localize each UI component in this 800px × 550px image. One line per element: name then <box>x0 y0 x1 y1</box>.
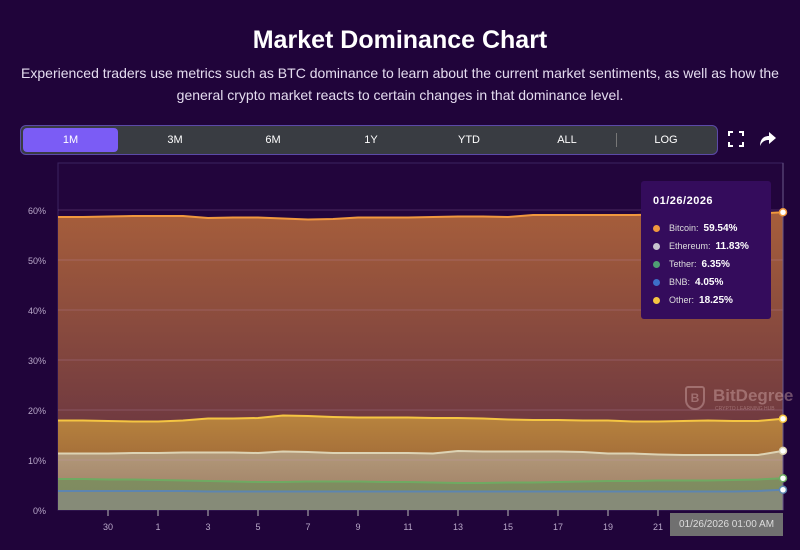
range-1y-button[interactable]: 1Y <box>322 128 420 152</box>
end-point-tether <box>778 474 788 483</box>
x-tick-label: 13 <box>453 522 463 532</box>
x-tick-label: 11 <box>403 522 412 532</box>
page-subtitle: Experienced traders use metrics such as … <box>21 65 779 103</box>
x-tick-label: 15 <box>503 522 513 532</box>
legend-dot-icon <box>653 242 660 250</box>
tooltip-series-name: Ethereum: <box>669 241 711 251</box>
tooltip-date: 01/26/2026 <box>653 195 714 207</box>
legend-dot-icon <box>653 260 660 268</box>
x-tick-label: 19 <box>603 522 613 532</box>
range-all-button[interactable]: ALL <box>518 128 616 152</box>
tooltip-series-value: 11.83% <box>715 240 749 252</box>
fullscreen-icon[interactable] <box>726 130 746 150</box>
y-tick-label: 20% <box>28 406 46 416</box>
x-tick-label: 7 <box>305 522 310 532</box>
end-point-bitcoin <box>778 208 788 217</box>
bitdegree-logo-icon: B <box>685 386 705 410</box>
tooltip-row-ethereum: Ethereum: 11.83% <box>653 237 759 255</box>
range-1m-button[interactable]: 1M <box>23 128 118 152</box>
y-tick-label: 50% <box>28 256 46 266</box>
range-3m-button[interactable]: 3M <box>126 128 224 152</box>
tooltip-row-bitcoin: Bitcoin: 59.54% <box>653 219 759 237</box>
tooltip-series-name: Tether: <box>669 259 697 269</box>
y-tick-label: 10% <box>28 456 46 466</box>
x-tick-label: 17 <box>553 522 563 532</box>
log-scale-button[interactable]: LOG <box>617 128 715 152</box>
tooltip-series-value: 6.35% <box>701 258 730 270</box>
x-tick-label: 1 <box>155 522 160 532</box>
y-tick-label: 60% <box>28 206 46 216</box>
range-ytd-button[interactable]: YTD <box>420 128 518 152</box>
y-tick-label: 30% <box>28 356 46 366</box>
legend-dot-icon <box>653 224 660 232</box>
legend-dot-icon <box>653 296 660 304</box>
tooltip-row-other: Other: 18.25% <box>653 291 759 309</box>
end-point-ethereum <box>778 446 788 456</box>
chart-tooltip: 01/26/2026 Bitcoin: 59.54% Ethereum: 11.83%… <box>641 181 771 319</box>
range-toolbar: 1M 3M 6M 1Y YTD ALL LOG <box>20 125 718 155</box>
page-title: Market Dominance Chart <box>252 26 548 54</box>
legend-dot-icon <box>653 278 660 286</box>
tooltip-series-name: Bitcoin: <box>669 223 699 233</box>
tooltip-row-tether: Tether: 6.35% <box>653 255 759 273</box>
x-tick-label: 30 <box>103 522 113 532</box>
x-tick-label: 3 <box>205 522 210 532</box>
share-icon[interactable] <box>758 130 778 150</box>
end-point-bnb <box>778 485 788 494</box>
tooltip-series-value: 18.25% <box>699 294 733 306</box>
y-tick-label: 0% <box>33 506 46 516</box>
x-tick-label: 5 <box>255 522 260 532</box>
watermark-brand: BitDegree <box>713 386 794 405</box>
end-point-other <box>778 414 788 423</box>
range-6m-button[interactable]: 6M <box>224 128 322 152</box>
y-tick-label: 40% <box>28 306 46 316</box>
tooltip-series-name: Other: <box>669 295 695 305</box>
tooltip-row-bnb: BNB: 4.05% <box>653 273 759 291</box>
tooltip-series-name: BNB: <box>669 277 691 287</box>
crosshair-date-label: 01/26/2026 01:00 AM <box>670 513 783 536</box>
x-tick-label: 9 <box>355 522 360 532</box>
watermark-tagline: CRYPTO LEARNING HUB <box>715 406 775 412</box>
area-bnb <box>58 489 783 510</box>
tooltip-series-value: 4.05% <box>695 276 724 288</box>
tooltip-series-value: 59.54% <box>703 222 738 234</box>
x-tick-label: 21 <box>653 522 663 532</box>
